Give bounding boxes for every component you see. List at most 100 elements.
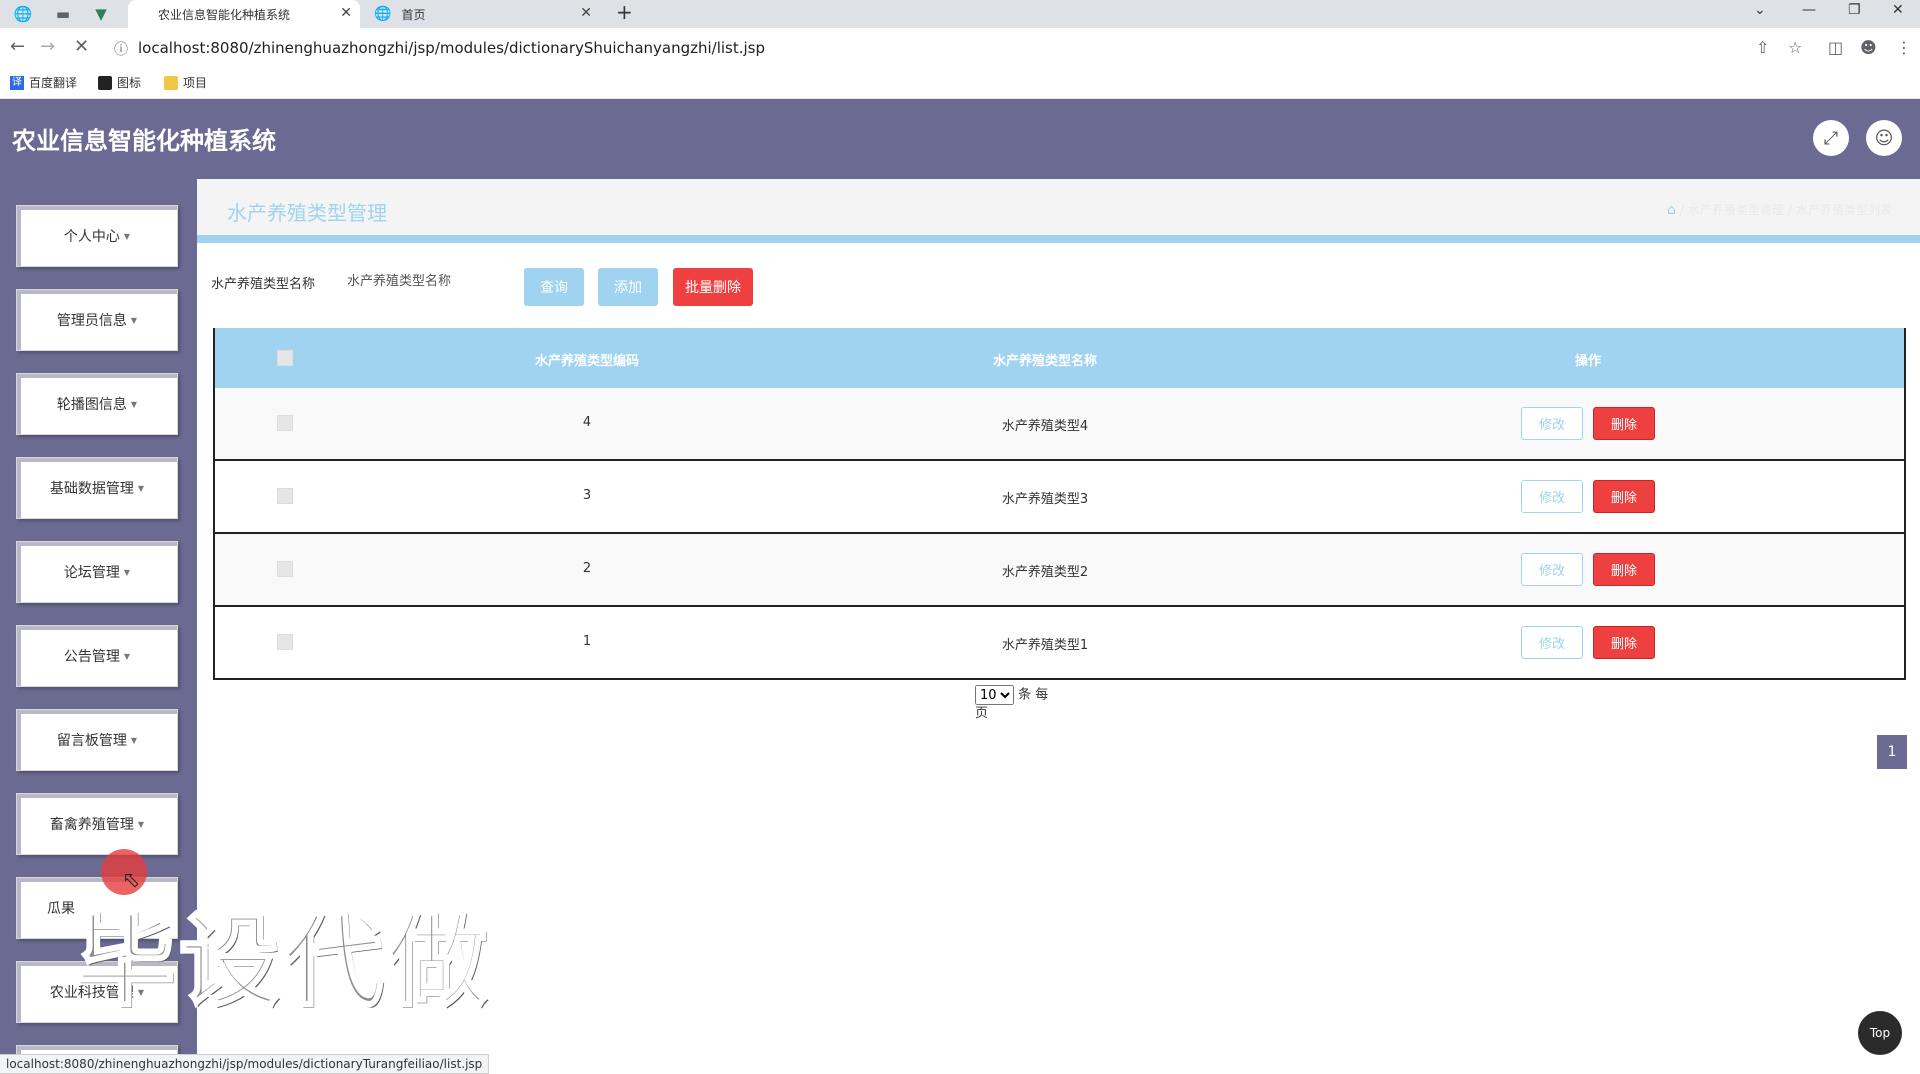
back-to-top-button[interactable]: Top (1858, 1011, 1902, 1055)
page-size-control: 10 条 每 页 (975, 685, 1065, 723)
breadcrumb-item[interactable]: 水产养殖类型管理 (1688, 201, 1784, 218)
page-text: 页 (975, 706, 989, 721)
breadcrumb: ⌂ / 水产养殖类型管理 / 水产养殖类型列表 (1666, 201, 1892, 218)
tab-label: 首页 (401, 7, 426, 22)
caret-down-icon: ▼ (130, 735, 138, 745)
sidebar-item-admin-info[interactable]: 管理员信息 ▼ (16, 289, 178, 351)
cell-name: 水产养殖类型4 (1001, 419, 1089, 434)
app-header: 农业信息智能化种植系统 ⤢ ☺ (0, 99, 1920, 179)
cell-name: 水产养殖类型2 (1001, 565, 1089, 580)
cell-code: 3 (582, 488, 592, 503)
back-arrow-icon[interactable]: ← (10, 36, 25, 57)
search-label: 水产养殖类型名称 (211, 277, 316, 292)
window-close-icon[interactable]: ✕ (1892, 2, 1904, 18)
column-header-name: 水产养殖类型名称 (992, 354, 1098, 369)
column-header-action: 操作 (1574, 354, 1602, 369)
caret-down-icon: ▼ (123, 651, 131, 661)
search-input[interactable] (345, 267, 499, 295)
star-icon[interactable]: ☆ (1788, 38, 1802, 57)
status-bar-url: localhost:8080/zhinenghuazhongzhi/jsp/mo… (0, 1054, 490, 1074)
edit-button[interactable]: 修改 (1521, 480, 1583, 513)
bookmarks-bar: 译 百度翻译 图标 项目 (0, 68, 1920, 99)
vue-icon[interactable]: ▼ (90, 3, 112, 25)
browser-tab-bar: 🌐 ▬ ▼ 农业信息智能化种植系统 ✕ 🌐 首页 ✕ + ⌄ — ❐ ✕ (0, 0, 1920, 28)
breadcrumb-item: 水产养殖类型列表 (1795, 203, 1892, 217)
caret-down-icon: ▼ (130, 399, 138, 409)
table-row: 1 水产养殖类型1 修改 删除 (215, 605, 1904, 678)
data-table: 水产养殖类型编码 水产养殖类型名称 操作 4 水产养殖类型4 修改 删除 3 水… (213, 328, 1906, 680)
caret-down-icon: ▼ (137, 819, 145, 829)
chevron-down-icon[interactable]: ⌄ (1754, 2, 1766, 18)
address-bar: ← → ✕ ⓘ localhost:8080/zhinenghuazhongzh… (0, 28, 1920, 68)
sidebar-item-message-board[interactable]: 留言板管理 ▼ (16, 709, 178, 771)
bookmark-projects[interactable]: 项目 (164, 74, 207, 91)
sidebar-item-livestock[interactable]: 畜禽养殖管理 ▼ (16, 793, 178, 855)
caret-down-icon: ▼ (137, 483, 145, 493)
caret-down-icon: ▼ (123, 567, 131, 577)
tab-label: 农业信息智能化种植系统 (158, 7, 291, 22)
bookmark-baidu-translate[interactable]: 译 百度翻译 (10, 74, 77, 91)
app-title: 农业信息智能化种植系统 (12, 127, 276, 155)
caret-down-icon: ▼ (123, 231, 131, 241)
reload-icon[interactable]: ✕ (74, 36, 89, 57)
watermark: 毕设代做 (74, 902, 491, 1022)
sidebar-item-basic-data[interactable]: 基础数据管理 ▼ (16, 457, 178, 519)
image-icon (98, 75, 112, 90)
sidebar-item-carousel-info[interactable]: 轮播图信息 ▼ (16, 373, 178, 435)
close-icon[interactable]: ✕ (340, 5, 352, 21)
menu-dots-icon[interactable]: ⋮ (1896, 38, 1912, 57)
cell-name: 水产养殖类型3 (1001, 492, 1089, 507)
page-header: 水产养殖类型管理 ⌂ / 水产养殖类型管理 / 水产养殖类型列表 (197, 179, 1920, 243)
caret-down-icon: ▼ (130, 315, 138, 325)
delete-button[interactable]: 删除 (1593, 480, 1655, 513)
fullscreen-icon[interactable]: ⤢ (1813, 120, 1849, 156)
row-checkbox[interactable] (277, 415, 293, 431)
info-icon[interactable]: ⓘ (114, 39, 128, 59)
per-page-text: 条 每 (1018, 687, 1049, 703)
delete-button[interactable]: 删除 (1593, 626, 1655, 659)
close-icon[interactable]: ✕ (580, 5, 592, 21)
cell-name: 水产养殖类型1 (1001, 638, 1089, 653)
row-checkbox[interactable] (277, 561, 293, 577)
globe-icon[interactable]: 🌐 (12, 3, 34, 25)
delete-button[interactable]: 删除 (1593, 553, 1655, 586)
sidebar-item-personal-center[interactable]: 个人中心 ▼ (16, 205, 178, 267)
sidebar-item-forum[interactable]: 论坛管理 ▼ (16, 541, 178, 603)
table-row: 2 水产养殖类型2 修改 删除 (215, 532, 1904, 605)
translate-icon: 译 (10, 75, 24, 90)
batch-delete-button[interactable]: 批量删除 (673, 268, 753, 306)
row-checkbox[interactable] (277, 488, 293, 504)
user-avatar-icon[interactable]: ☺ (1866, 120, 1902, 156)
select-all-checkbox[interactable] (277, 350, 293, 366)
page-size-select[interactable]: 10 (975, 685, 1014, 705)
page-number-button[interactable]: 1 (1877, 735, 1907, 769)
url-text[interactable]: localhost:8080/zhinenghuazhongzhi/jsp/mo… (138, 39, 765, 57)
table-row: 3 水产养殖类型3 修改 删除 (215, 459, 1904, 532)
tab-home[interactable]: 🌐 首页 ✕ (368, 0, 600, 28)
row-checkbox[interactable] (277, 634, 293, 650)
cell-code: 2 (582, 561, 592, 576)
mouse-cursor-icon: ⬁ (122, 868, 141, 893)
delete-button[interactable]: 删除 (1593, 407, 1655, 440)
blank-tab-icon[interactable]: ▬ (52, 3, 74, 25)
profile-icon[interactable]: ☻ (1860, 38, 1877, 57)
tab-active[interactable]: 农业信息智能化种植系统 ✕ (128, 0, 360, 28)
forward-arrow-icon[interactable]: → (40, 36, 55, 57)
bookmark-icons[interactable]: 图标 (98, 74, 141, 91)
restore-icon[interactable]: ❐ (1848, 2, 1861, 18)
edit-button[interactable]: 修改 (1521, 553, 1583, 586)
sidepanel-icon[interactable]: ◫ (1828, 38, 1843, 57)
new-tab-icon[interactable]: + (616, 0, 633, 24)
query-button[interactable]: 查询 (524, 268, 584, 306)
globe-icon: 🌐 (374, 6, 392, 22)
add-button[interactable]: 添加 (598, 268, 658, 306)
edit-button[interactable]: 修改 (1521, 626, 1583, 659)
share-icon[interactable]: ⇧ (1756, 38, 1769, 57)
sidebar-item-notice[interactable]: 公告管理 ▼ (16, 625, 178, 687)
home-icon[interactable]: ⌂ (1667, 202, 1676, 218)
minimize-icon[interactable]: — (1802, 2, 1816, 18)
edit-button[interactable]: 修改 (1521, 407, 1583, 440)
table-row: 4 水产养殖类型4 修改 删除 (215, 388, 1904, 459)
cell-code: 1 (582, 634, 592, 649)
folder-icon (164, 75, 178, 90)
